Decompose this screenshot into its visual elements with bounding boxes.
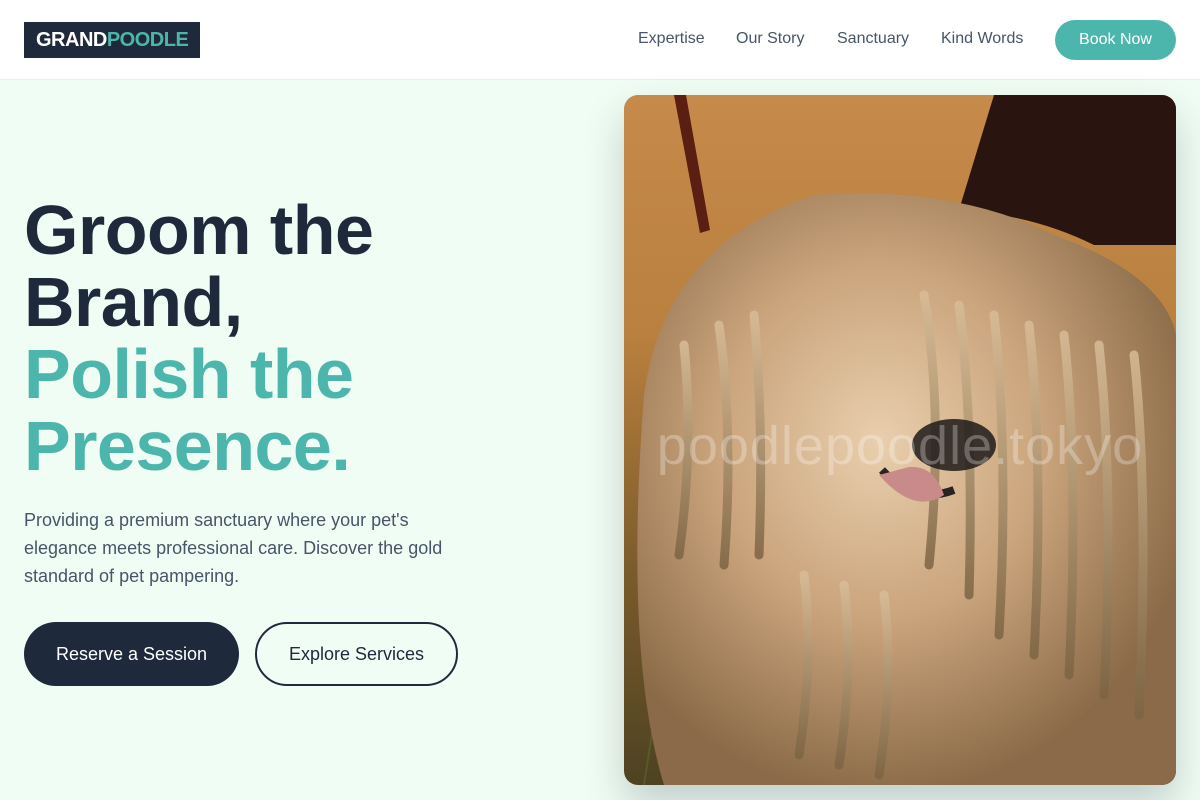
brand-logo-part2: POODLE bbox=[106, 28, 189, 51]
photo-watermark: poodlepoodle.tokyo bbox=[656, 416, 1144, 476]
top-navigation-bar: GRAND POODLE Expertise Our Story Sanctuar… bbox=[0, 0, 1200, 80]
nav-item-kind-words[interactable]: Kind Words bbox=[941, 30, 1023, 48]
explore-services-button[interactable]: Explore Services bbox=[255, 622, 458, 686]
brand-logo-part1: GRAND bbox=[36, 28, 107, 51]
headline-line-3: Polish the bbox=[24, 335, 354, 413]
hero-subtitle: Providing a premium sanctuary where your… bbox=[24, 510, 443, 586]
brand-logo[interactable]: GRAND POODLE bbox=[24, 22, 201, 58]
nav-item-sanctuary[interactable]: Sanctuary bbox=[837, 30, 909, 48]
hero-headline: Groom the Brand, Polish the Presence. bbox=[24, 194, 584, 482]
headline-line-1: Groom the bbox=[24, 191, 374, 269]
headline-line-2: Brand, bbox=[24, 263, 243, 341]
book-now-button[interactable]: Book Now bbox=[1055, 20, 1176, 60]
headline-line-4: Presence. bbox=[24, 407, 351, 485]
nav-item-expertise[interactable]: Expertise bbox=[638, 30, 705, 48]
hero-dog-photo: poodlepoodle.tokyo bbox=[624, 95, 1176, 785]
reserve-session-button[interactable]: Reserve a Session bbox=[24, 622, 239, 686]
nav-item-our-story[interactable]: Our Story bbox=[736, 30, 804, 48]
